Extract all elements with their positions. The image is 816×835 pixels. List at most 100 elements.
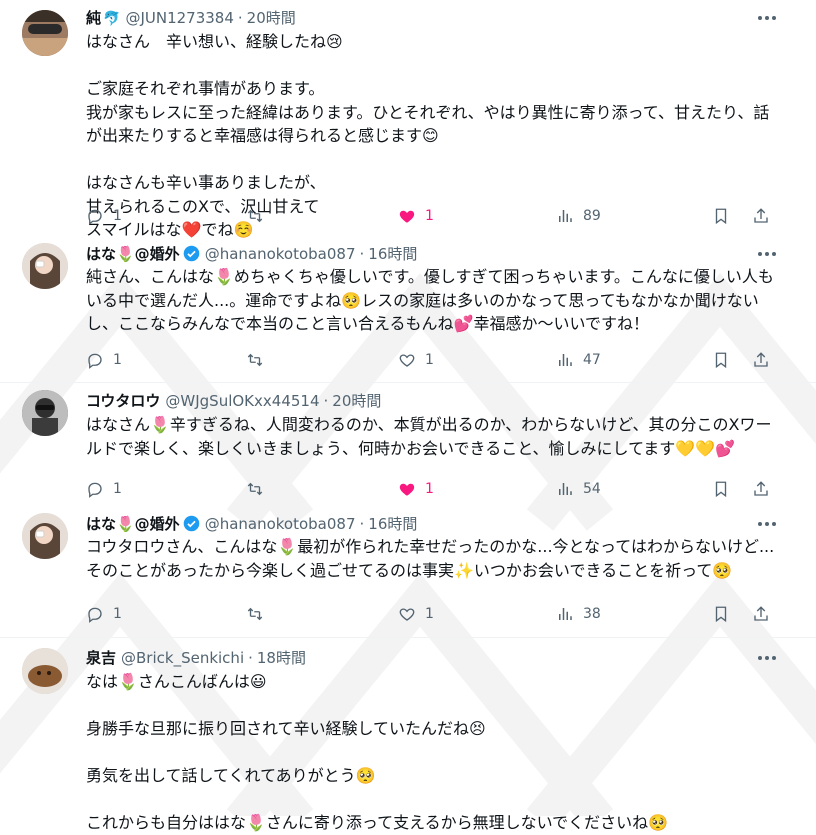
retweet-button[interactable]: [246, 479, 273, 499]
tweet-actions: 1 1 38: [86, 604, 786, 624]
reply-count: 1: [113, 208, 122, 224]
separator-dot: ·: [248, 649, 253, 667]
bookmark-button[interactable]: [712, 350, 730, 370]
view-count: 54: [583, 481, 601, 497]
share-icon: [754, 352, 768, 367]
tweet-header: 泉吉 @Brick_Senkichi · 18時間: [86, 649, 306, 668]
user-handle[interactable]: @hananokotoba087: [205, 515, 356, 533]
views-button[interactable]: 38: [556, 604, 601, 624]
share-icon: [754, 606, 768, 621]
tweet-paragraph: 勇気を出して話してくれてありがとう🥺: [86, 766, 376, 785]
avatar[interactable]: [22, 243, 68, 289]
timestamp[interactable]: 20時間: [247, 9, 296, 27]
retweet-button[interactable]: [246, 350, 273, 370]
timestamp[interactable]: 16時間: [368, 245, 417, 263]
avatar[interactable]: [22, 513, 68, 559]
timestamp[interactable]: 16時間: [368, 515, 417, 533]
tweet-actions: 1 1 89: [86, 206, 786, 226]
display-name[interactable]: はな🌷@婚外: [86, 245, 180, 263]
heart-outline-icon: [399, 354, 415, 367]
reply-count: 1: [113, 352, 122, 368]
retweet-button[interactable]: [246, 206, 273, 226]
display-name[interactable]: コウタロウ: [86, 392, 160, 410]
reply-icon: [88, 353, 102, 369]
avatar[interactable]: [22, 390, 68, 436]
share-button[interactable]: [752, 206, 770, 226]
display-name[interactable]: 泉吉: [86, 649, 116, 667]
tweet-text: はなさん🌷辛すぎるね、人間変わるのか、本質が出るのか、わからないけど、其の分この…: [86, 413, 776, 460]
tweet-paragraph: はなさん🌷辛すぎるね、人間変わるのか、本質が出るのか、わからないけど、其の分この…: [86, 415, 772, 458]
like-count: 1: [425, 606, 434, 622]
like-button[interactable]: 1: [398, 479, 434, 499]
tweet-header: はな🌷@婚外 @hananokotoba087 · 16時間: [86, 245, 417, 264]
bookmark-icon: [715, 352, 727, 369]
retweet-button[interactable]: [246, 604, 273, 624]
user-handle[interactable]: @Brick_Senkichi: [121, 649, 244, 667]
user-handle[interactable]: @JUN1273384: [125, 9, 233, 27]
tweet-header: コウタロウ @WJgSulOKxx44514 · 20時間: [86, 392, 381, 411]
display-name[interactable]: はな🌷@婚外: [86, 515, 180, 533]
reply-button[interactable]: 1: [86, 206, 122, 226]
more-options-icon[interactable]: [757, 15, 777, 21]
bookmark-button[interactable]: [712, 206, 730, 226]
share-button[interactable]: [752, 350, 770, 370]
more-options-icon[interactable]: [757, 251, 777, 257]
tweet-paragraph: これからも自分ははな🌷さんに寄り添って支えるから無理しないでくださいね🥺: [86, 813, 669, 832]
like-count: 1: [425, 481, 434, 497]
retweet-icon: [247, 353, 263, 367]
analytics-icon: [559, 483, 572, 495]
tweet[interactable]: 泉吉 @Brick_Senkichi · 18時間 なは🌷さんこんばんは😃 身勝手な旦…: [0, 638, 816, 832]
tweet[interactable]: はな🌷@婚外 @hananokotoba087 · 16時間 コウタロウさん、こんはな…: [0, 509, 816, 638]
bookmark-icon: [715, 481, 727, 498]
avatar[interactable]: [22, 10, 68, 56]
like-button[interactable]: 1: [398, 206, 434, 226]
tweet-paragraph: 身勝手な旦那に振り回されて辛い経験していたんだね😣: [86, 719, 486, 738]
analytics-icon: [559, 210, 572, 222]
views-button[interactable]: 89: [556, 206, 601, 226]
tweet-paragraph: コウタロウさん、こんはな🌷最初が作られた幸せだったのかな...今となってはわから…: [86, 537, 775, 580]
reply-icon: [88, 209, 102, 225]
like-count: 1: [425, 208, 434, 224]
analytics-icon: [559, 354, 572, 366]
tweet[interactable]: 純 🐬 @JUN1273384 · 20時間 はなさん 辛い想い、経験したね😢 ご家庭そ…: [0, 0, 816, 240]
analytics-icon: [559, 608, 572, 620]
heart-filled-icon: [399, 210, 415, 223]
share-icon: [754, 481, 768, 496]
like-button[interactable]: 1: [398, 350, 434, 370]
timestamp[interactable]: 18時間: [257, 649, 306, 667]
display-name-emoji: 🐬: [103, 11, 121, 27]
more-options-icon[interactable]: [757, 521, 777, 527]
like-button[interactable]: 1: [398, 604, 434, 624]
avatar[interactable]: [22, 648, 68, 694]
retweet-icon: [247, 209, 263, 223]
tweet[interactable]: はな🌷@婚外 @hananokotoba087 · 16時間 純さん、こんはな🌷めちゃ…: [0, 240, 816, 383]
reply-count: 1: [113, 481, 122, 497]
user-handle[interactable]: @WJgSulOKxx44514: [165, 392, 319, 410]
views-button[interactable]: 47: [556, 350, 601, 370]
bookmark-button[interactable]: [712, 479, 730, 499]
bookmark-icon: [715, 208, 727, 225]
tweet-actions: 1 1 54: [86, 479, 786, 499]
view-count: 89: [583, 208, 601, 224]
user-handle[interactable]: @hananokotoba087: [205, 245, 356, 263]
share-button[interactable]: [752, 479, 770, 499]
tweet-paragraph: 純さん、こんはな🌷めちゃくちゃ優しいです。優しすぎて困っちゃいます。こんなに優し…: [86, 267, 774, 333]
reply-button[interactable]: 1: [86, 604, 122, 624]
more-options-icon[interactable]: [757, 655, 777, 661]
tweet-paragraph: なは🌷さんこんばんは😃: [86, 672, 267, 691]
separator-dot: ·: [323, 392, 329, 410]
bookmark-button[interactable]: [712, 604, 730, 624]
views-button[interactable]: 54: [556, 479, 601, 499]
reply-button[interactable]: 1: [86, 479, 122, 499]
reply-count: 1: [113, 606, 122, 622]
reply-icon: [88, 607, 102, 623]
tweet[interactable]: コウタロウ @WJgSulOKxx44514 · 20時間 はなさん🌷辛すぎるね、人間…: [0, 383, 816, 509]
reply-feed: 純 🐬 @JUN1273384 · 20時間 はなさん 辛い想い、経験したね😢 ご家庭そ…: [0, 0, 816, 832]
retweet-icon: [247, 607, 263, 621]
timestamp[interactable]: 20時間: [332, 392, 381, 410]
separator-dot: ·: [359, 245, 365, 263]
share-button[interactable]: [752, 604, 770, 624]
reply-button[interactable]: 1: [86, 350, 122, 370]
display-name[interactable]: 純: [86, 9, 101, 27]
like-count: 1: [425, 352, 434, 368]
